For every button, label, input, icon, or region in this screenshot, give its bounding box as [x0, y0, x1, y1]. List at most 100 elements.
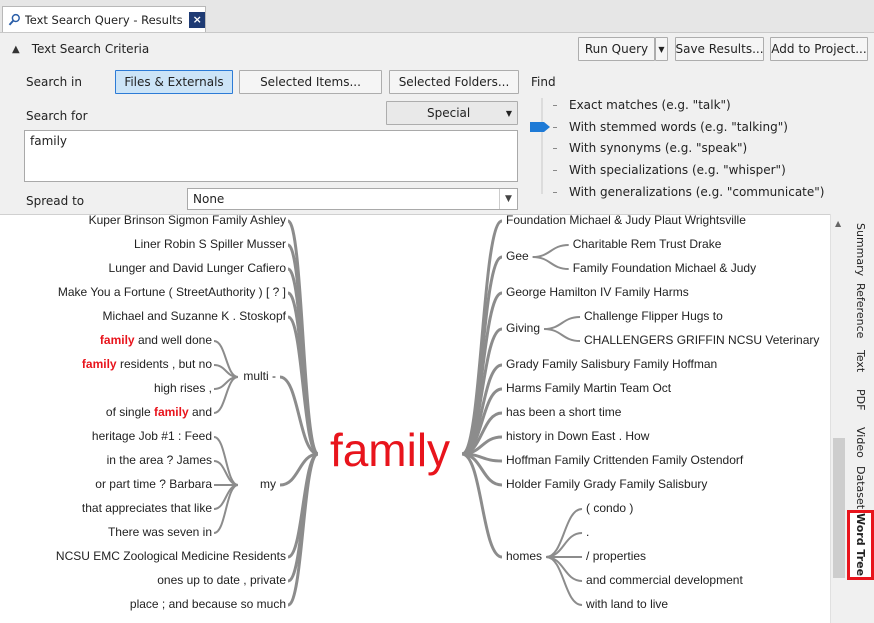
text-segment: in the area ? James: [107, 453, 212, 467]
word-tree-leaf[interactable]: family residents , but no: [82, 357, 212, 371]
side-tab-summary[interactable]: Summary: [847, 220, 874, 280]
criteria-collapse-toggle[interactable]: ▲ Text Search Criteria: [12, 42, 149, 56]
side-tab-reference[interactable]: Reference: [847, 282, 874, 340]
word-tree-leaf[interactable]: Holder Family Grady Family Salisbury: [506, 477, 707, 491]
run-query-dropdown-button[interactable]: ▼: [655, 37, 668, 61]
word-tree-leaf[interactable]: Michael and Suzanne K . Stoskopf: [103, 309, 287, 323]
text-segment: Liner Robin S Spiller Musser: [134, 237, 286, 251]
word-tree-leaf[interactable]: Foundation Michael & Judy Plaut Wrightsv…: [506, 215, 746, 227]
word-tree-leaf[interactable]: CHALLENGERS GRIFFIN NCSU Veterinary: [584, 333, 819, 347]
word-tree-leaf[interactable]: There was seven in: [108, 525, 212, 539]
text-segment: Challenge Flipper Hugs to: [584, 309, 723, 323]
word-tree-leaf[interactable]: place ; and because so much: [130, 597, 286, 611]
word-tree-leaf[interactable]: or part time ? Barbara: [95, 477, 212, 491]
text-segment: heritage Job #1 : Feed: [92, 429, 212, 443]
side-tab-label: Reference: [854, 283, 867, 339]
word-tree-group-node[interactable]: Gee: [506, 249, 529, 263]
find-option-exact[interactable]: Exact matches (e.g. "talk"): [569, 98, 731, 112]
search-for-input[interactable]: family: [24, 130, 518, 182]
slider-tick: [553, 192, 557, 193]
find-option-synonyms[interactable]: With synonyms (e.g. "speak"): [569, 141, 747, 155]
word-tree-leaf[interactable]: Kuper Brinson Sigmon Family Ashley: [89, 215, 286, 227]
word-tree-leaf[interactable]: Family Foundation Michael & Judy: [573, 261, 756, 275]
word-tree-leaf[interactable]: Hoffman Family Crittenden Family Ostendo…: [506, 453, 744, 467]
find-option-stemmed[interactable]: With stemmed words (e.g. "talking"): [569, 120, 788, 134]
query-results-tab[interactable]: Text Search Query - Results Pre ×: [2, 6, 206, 32]
word-tree-leaf[interactable]: .: [586, 525, 589, 539]
word-tree-leaf[interactable]: of single family and: [106, 405, 212, 419]
slider-tick: [553, 105, 557, 106]
word-tree-leaf[interactable]: / properties: [586, 549, 646, 563]
text-segment: residents , but no: [117, 357, 213, 371]
word-tree-leaf[interactable]: family and well done: [100, 333, 212, 347]
files-externals-button[interactable]: Files & Externals: [115, 70, 233, 94]
word-tree-group-node[interactable]: my: [260, 477, 276, 491]
document-tab-strip: Text Search Query - Results Pre ×: [0, 0, 874, 33]
word-tree-leaf[interactable]: Harms Family Martin Team Oct: [506, 381, 672, 395]
text-segment: Lunger and David Lunger Cafiero: [109, 261, 287, 275]
branch-line: [543, 316, 581, 330]
save-results-button[interactable]: Save Results...: [675, 37, 764, 61]
word-tree-scrollbar[interactable]: ▲: [830, 214, 847, 623]
run-query-button[interactable]: Run Query: [578, 37, 655, 61]
selected-items-button[interactable]: Selected Items...: [239, 70, 382, 94]
side-tab-pdf[interactable]: PDF: [847, 384, 874, 416]
word-tree-leaf[interactable]: heritage Job #1 : Feed: [92, 429, 212, 443]
text-segment: or part time ? Barbara: [95, 477, 212, 491]
text-segment: Hoffman Family Crittenden Family Ostendo…: [506, 453, 744, 467]
side-tab-dataset[interactable]: Dataset: [847, 466, 874, 510]
word-tree-leaf[interactable]: that appreciates that like: [82, 501, 212, 515]
text-segment: of single: [106, 405, 154, 419]
word-tree-leaf[interactable]: high rises ,: [154, 381, 212, 395]
scroll-up-arrow-icon[interactable]: ▲: [835, 219, 841, 228]
word-tree-root[interactable]: family: [330, 424, 450, 476]
word-tree-leaf[interactable]: Make You a Fortune ( StreetAuthority ) […: [58, 285, 286, 299]
word-tree-canvas: Kuper Brinson Sigmon Family Ashley Liner …: [56, 215, 820, 611]
spread-to-select[interactable]: None ▼: [187, 188, 518, 210]
text-segment: Kuper Brinson Sigmon Family Ashley: [89, 215, 286, 227]
word-tree-leaf[interactable]: Challenge Flipper Hugs to: [584, 309, 723, 323]
text-segment: ( condo ): [586, 501, 633, 515]
match-highlight: family: [82, 357, 117, 371]
word-tree-leaf[interactable]: NCSU EMC Zoological Medicine Residents: [56, 549, 286, 563]
word-tree-leaf[interactable]: and commercial development: [586, 573, 743, 587]
word-tree-leaf[interactable]: with land to live: [585, 597, 668, 611]
word-tree-leaf[interactable]: Grady Family Salisbury Family Hoffman: [506, 357, 717, 371]
find-option-specializations[interactable]: With specializations (e.g. "whisper"): [569, 163, 786, 177]
word-tree-leaf[interactable]: ones up to date , private: [157, 573, 286, 587]
word-tree-group-node[interactable]: homes: [506, 549, 542, 563]
word-tree-group-node[interactable]: Giving: [506, 321, 540, 335]
find-option-generalizations[interactable]: With generalizations (e.g. "communicate"…: [569, 185, 824, 199]
text-segment: Holder Family Grady Family Salisbury: [506, 477, 707, 491]
text-segment: There was seven in: [108, 525, 212, 539]
close-icon[interactable]: ×: [189, 11, 205, 28]
text-segment: with land to live: [585, 597, 668, 611]
word-tree-leaf[interactable]: in the area ? James: [107, 453, 212, 467]
chevron-down-icon: ▼: [499, 189, 517, 209]
word-tree-leaf[interactable]: George Hamilton IV Family Harms: [506, 285, 689, 299]
add-to-project-button[interactable]: Add to Project...: [770, 37, 868, 61]
word-tree-view[interactable]: Kuper Brinson Sigmon Family Ashley Liner …: [0, 214, 830, 623]
word-tree-leaf[interactable]: Charitable Rem Trust Drake: [573, 237, 722, 251]
side-tab-video[interactable]: Video: [847, 423, 874, 461]
text-segment: and well done: [135, 333, 213, 347]
word-tree-leaf[interactable]: Lunger and David Lunger Cafiero: [109, 261, 287, 275]
side-tab-word-tree[interactable]: Word Tree: [847, 510, 874, 580]
slider-tick: [553, 127, 557, 128]
special-dropdown[interactable]: Special ▼: [386, 101, 518, 125]
word-tree-leaf[interactable]: has been a short time: [506, 405, 622, 419]
caret-down-icon: ▼: [505, 108, 512, 118]
text-segment: George Hamilton IV Family Harms: [506, 285, 689, 299]
word-tree-group-node[interactable]: multi -: [243, 369, 276, 383]
side-tab-label: Text: [854, 349, 867, 373]
find-slider-thumb[interactable]: [530, 122, 550, 132]
find-slider-track[interactable]: [541, 98, 543, 194]
word-tree-leaf[interactable]: history in Down East . How: [506, 429, 650, 443]
side-tab-text[interactable]: Text: [847, 346, 874, 376]
word-tree-leaf[interactable]: ( condo ): [586, 501, 633, 515]
text-segment: has been a short time: [506, 405, 622, 419]
scrollbar-thumb[interactable]: [833, 438, 845, 578]
word-tree-leaf[interactable]: Liner Robin S Spiller Musser: [134, 237, 286, 251]
selected-folders-button[interactable]: Selected Folders...: [389, 70, 519, 94]
slider-tick: [553, 170, 557, 171]
